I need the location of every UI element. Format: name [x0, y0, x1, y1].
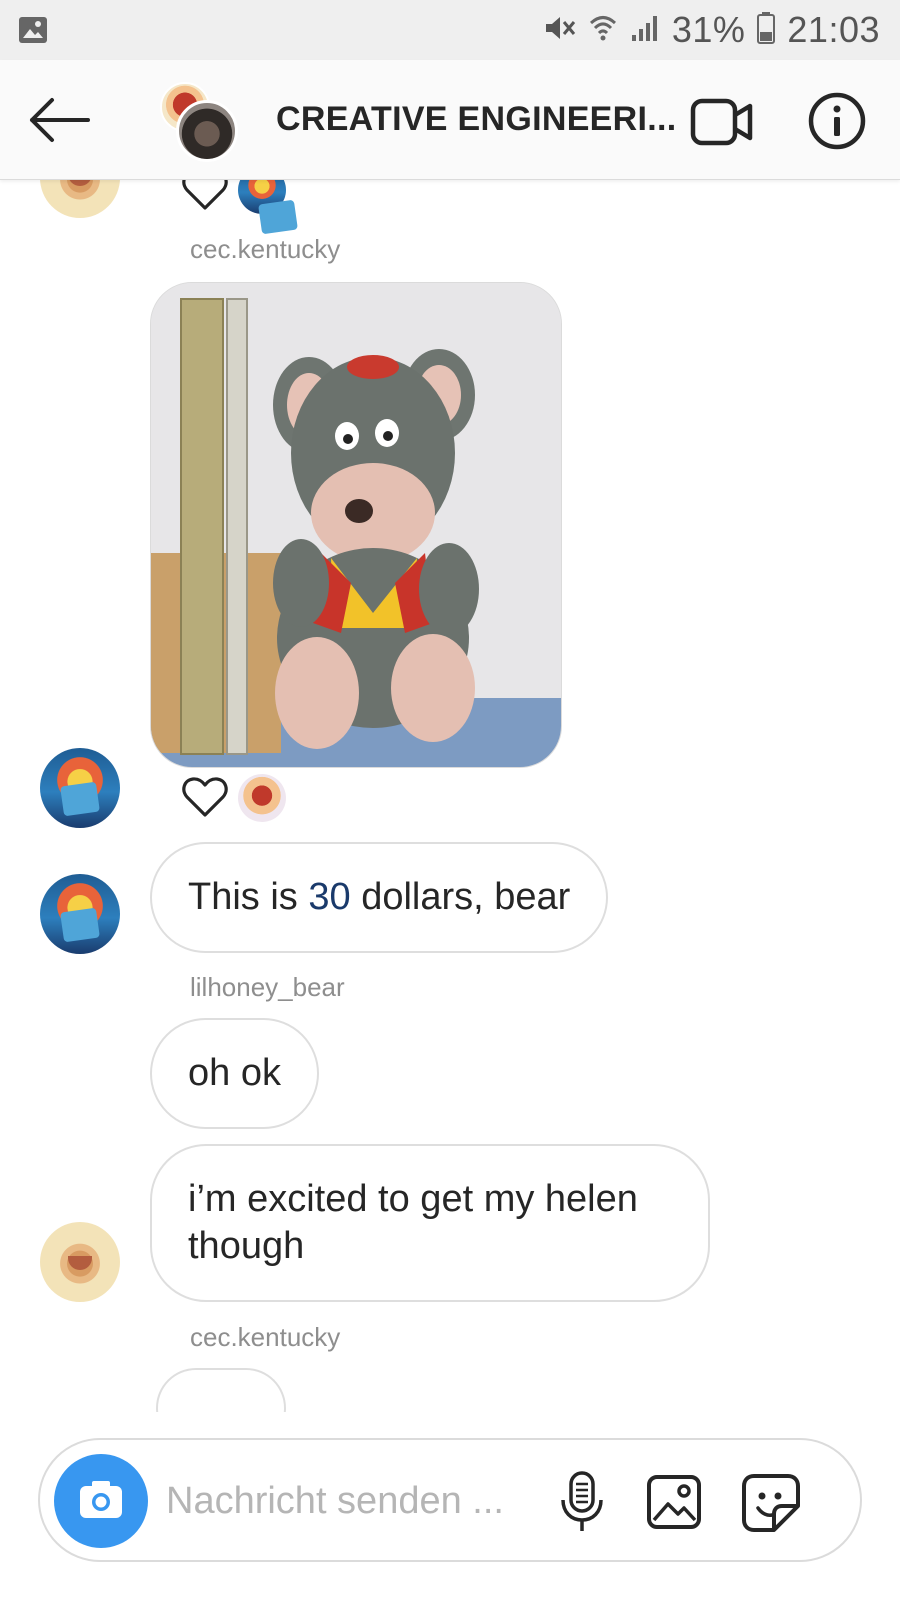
photo-message[interactable] — [150, 282, 562, 768]
message-input[interactable] — [166, 1470, 546, 1532]
member-avatar-front — [176, 100, 238, 162]
avatar-lilhoney-bear[interactable] — [40, 1222, 120, 1302]
chat-title[interactable]: CREATIVE ENGINEERI... — [276, 100, 677, 139]
group-avatar[interactable] — [160, 82, 244, 166]
message-bubble[interactable]: oh ok — [150, 1018, 319, 1129]
message-bubble[interactable]: i’m excited to get my helen though — [150, 1144, 710, 1302]
sender-label: lilhoney_bear — [190, 972, 345, 1002]
reactor-avatar — [238, 180, 286, 214]
voice-message-button[interactable] — [558, 1470, 606, 1534]
message-text: This is — [188, 876, 309, 918]
video-call-icon — [690, 98, 753, 146]
sticker-icon — [742, 1474, 800, 1532]
message-text: dollars, bear — [350, 876, 571, 918]
info-button[interactable] — [808, 92, 866, 150]
status-icons: 31% 21:03 — [542, 0, 880, 60]
status-bar: 31% 21:03 — [0, 0, 900, 60]
camera-button[interactable] — [54, 1454, 148, 1548]
microphone-icon — [561, 1471, 603, 1531]
chat-header: CREATIVE ENGINEERI... — [0, 60, 900, 180]
reactor-avatar — [238, 774, 286, 822]
mute-icon — [542, 13, 576, 48]
battery-icon — [757, 11, 776, 49]
heart-outline-icon[interactable] — [181, 775, 229, 819]
chat-screen: 31% 21:03 CREATIVE ENGINEERI... cec.kent… — [0, 0, 900, 1600]
avatar-cec-kentucky[interactable] — [40, 874, 120, 954]
back-button[interactable] — [26, 94, 92, 146]
plush-mouse-photo — [151, 283, 561, 767]
message-text: oh ok — [188, 1052, 281, 1094]
camera-icon — [80, 1481, 122, 1518]
gallery-icon — [647, 1475, 701, 1529]
info-icon — [808, 92, 866, 150]
message-number[interactable]: 30 — [308, 876, 350, 918]
wifi-icon — [588, 13, 618, 48]
signal-icon — [630, 13, 660, 48]
gallery-button[interactable] — [646, 1474, 702, 1530]
sticker-button[interactable] — [740, 1472, 802, 1534]
partial-message-bubble — [156, 1368, 286, 1412]
clock: 21:03 — [787, 9, 880, 50]
sender-label: cec.kentucky — [190, 1322, 341, 1352]
heart-outline-icon[interactable] — [181, 180, 229, 212]
message-composer — [38, 1438, 862, 1562]
message-list[interactable]: cec.kentucky This is 30 dollars, bear li… — [0, 180, 900, 1412]
gallery-notification-icon — [18, 16, 48, 49]
message-text: i’m excited to get my helen though — [188, 1178, 638, 1267]
sender-label: cec.kentucky — [190, 234, 341, 264]
back-arrow-icon — [30, 98, 90, 142]
battery-percent: 31% — [671, 9, 746, 50]
message-bubble[interactable]: This is 30 dollars, bear — [150, 842, 609, 953]
video-call-button[interactable] — [690, 96, 756, 148]
avatar-lilhoney-bear[interactable] — [40, 180, 120, 218]
avatar-cec-kentucky[interactable] — [40, 748, 120, 828]
